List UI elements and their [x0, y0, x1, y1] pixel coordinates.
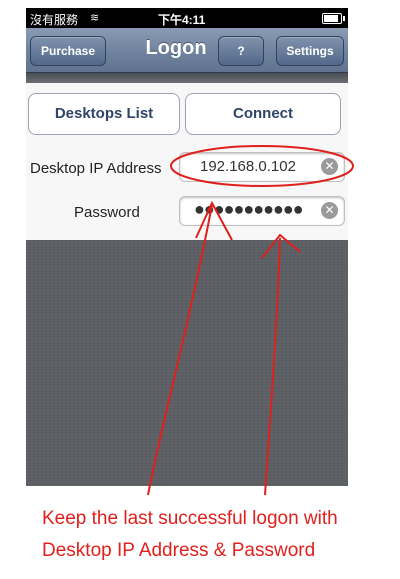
- clear-icon[interactable]: ✕: [321, 158, 338, 175]
- ip-address-field[interactable]: 192.168.0.102 ✕: [179, 152, 345, 182]
- background-texture: [26, 240, 348, 486]
- toolbar-shadow: [26, 73, 348, 83]
- ip-address-value: 192.168.0.102: [200, 158, 296, 175]
- password-value: ●●●●●●●●●●●: [194, 199, 304, 219]
- app-screen: 沒有服務 ≋ 下午4:11 Purchase Logon ? Settings …: [26, 8, 348, 486]
- carrier-label: 沒有服務: [30, 13, 79, 27]
- help-button[interactable]: ?: [218, 36, 264, 66]
- annotation-line-1: Keep the last successful logon with: [42, 508, 338, 529]
- status-bar: 沒有服務 ≋ 下午4:11: [26, 8, 348, 28]
- battery-icon: [322, 13, 345, 24]
- annotation-line-2: Desktop IP Address & Password: [42, 540, 316, 561]
- clear-icon[interactable]: ✕: [321, 202, 338, 219]
- ip-address-label: Desktop IP Address: [30, 160, 162, 177]
- page-title: Logon: [145, 37, 207, 59]
- password-label: Password: [74, 204, 140, 221]
- navigation-bar: Purchase Logon ? Settings: [26, 28, 348, 73]
- purchase-button[interactable]: Purchase: [30, 36, 106, 66]
- clock: 下午4:11: [158, 13, 206, 27]
- logon-form: Desktops List Connect Desktop IP Address…: [26, 83, 348, 240]
- settings-button[interactable]: Settings: [276, 36, 344, 66]
- connect-button[interactable]: Connect: [185, 93, 341, 135]
- password-field[interactable]: ●●●●●●●●●●● ✕: [179, 196, 345, 226]
- annotation-caption: Keep the last successful logon with Desk…: [42, 503, 382, 567]
- wifi-icon: ≋: [90, 12, 100, 24]
- desktops-list-button[interactable]: Desktops List: [28, 93, 180, 135]
